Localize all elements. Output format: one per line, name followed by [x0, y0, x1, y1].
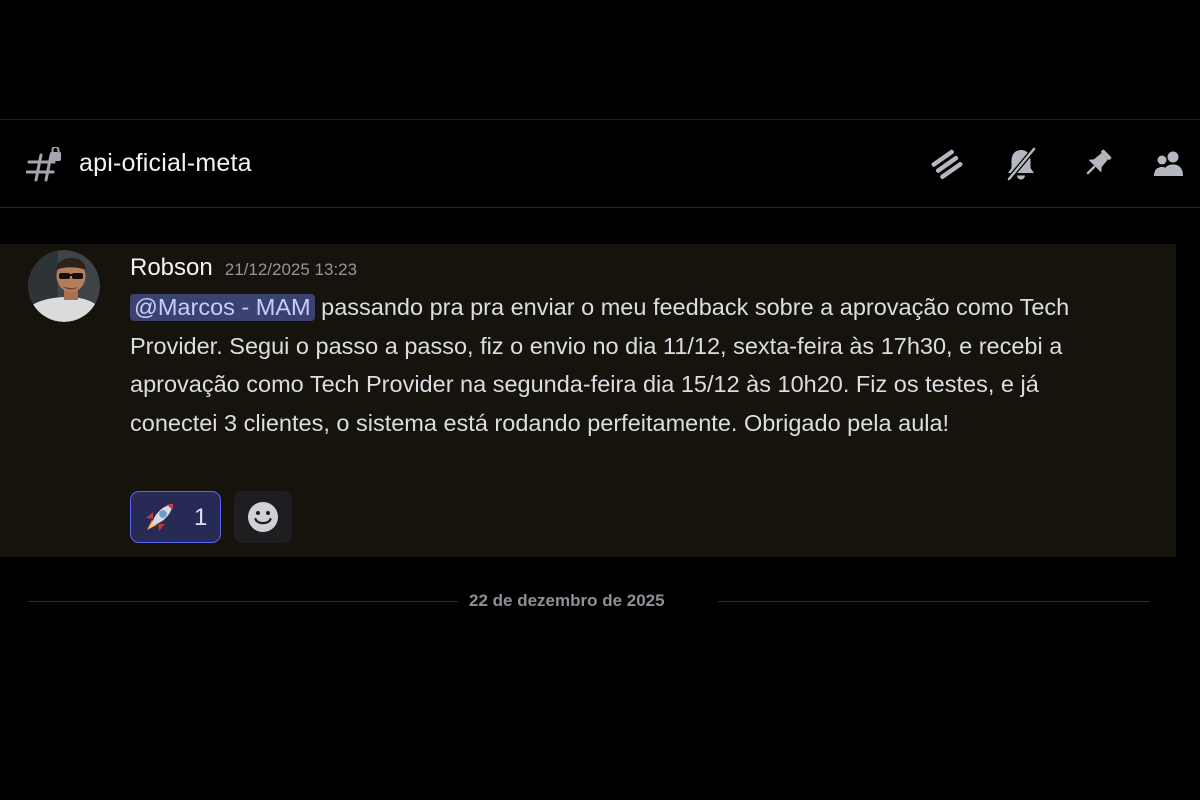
date-divider-label: 22 de dezembro de 2025	[469, 591, 665, 610]
message-content: @Marcos - MAM passando pra pra enviar o …	[130, 288, 1120, 442]
bell-muted-icon[interactable]	[1003, 146, 1039, 182]
channel-header: api-oficial-meta	[0, 119, 1200, 208]
user-mention[interactable]: @Marcos - MAM	[130, 294, 315, 321]
author-name[interactable]: Robson	[130, 254, 213, 281]
reaction-rocket[interactable]: 1	[130, 491, 221, 543]
message-header: Robson 21/12/2025 13:23	[130, 254, 357, 282]
members-icon[interactable]	[1151, 146, 1187, 182]
hashtag-lock-icon	[26, 147, 61, 182]
pin-icon[interactable]	[1079, 146, 1115, 182]
threads-icon[interactable]	[930, 146, 966, 182]
date-divider-line-right	[718, 601, 1150, 602]
date-divider-line-left	[28, 601, 458, 602]
chat-app: api-oficial-meta Robson 21/12/2025 13:23…	[0, 0, 1200, 800]
channel-name: api-oficial-meta	[79, 149, 252, 177]
message-timestamp: 21/12/2025 13:23	[224, 260, 358, 279]
user-avatar[interactable]	[28, 250, 100, 322]
rocket-icon	[146, 504, 173, 531]
smiley-face-icon	[248, 502, 278, 532]
message-item: Robson 21/12/2025 13:23 @Marcos - MAM pas…	[0, 244, 1176, 557]
reaction-count: 1	[194, 504, 208, 531]
add-reaction-button[interactable]	[234, 491, 292, 543]
